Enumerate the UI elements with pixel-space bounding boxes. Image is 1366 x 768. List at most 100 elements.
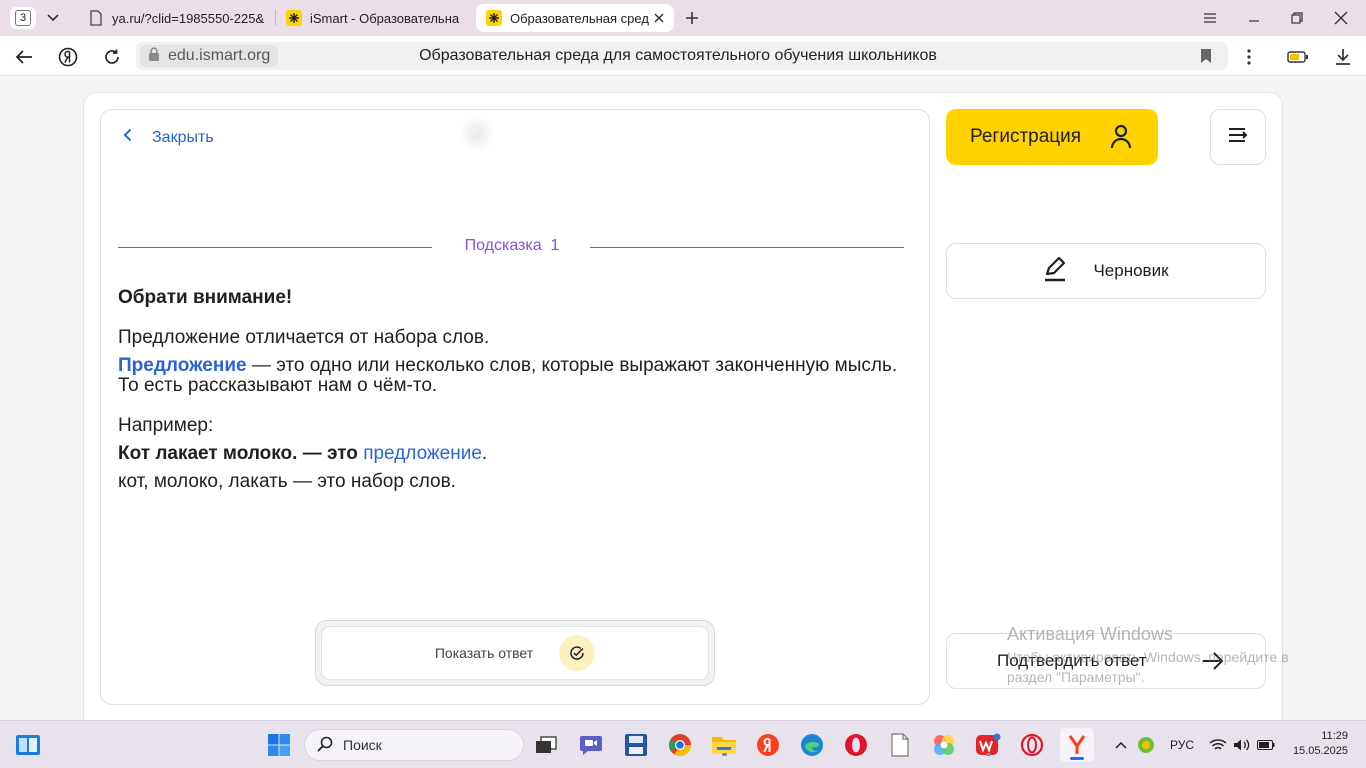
tabs-dropdown-icon[interactable]: [40, 7, 66, 29]
reload-icon[interactable]: [101, 46, 123, 68]
volume-icon[interactable]: [1230, 731, 1254, 759]
url-chip[interactable]: edu.ismart.org: [140, 45, 279, 67]
restore-icon[interactable]: [1287, 8, 1307, 28]
tab-title: Образовательная сред: [510, 10, 649, 26]
example-sentence: Кот лакает молоко. — это предложение.: [118, 444, 908, 464]
tray-chevron-up-icon[interactable]: [1110, 731, 1132, 759]
back-arrow-icon[interactable]: [13, 46, 35, 68]
wps-office-icon[interactable]: [974, 731, 1002, 759]
menu-icon: [1227, 127, 1249, 148]
show-answer-frame: Показать ответ: [315, 620, 715, 686]
check-circle-icon: [559, 635, 596, 671]
pencil-icon: [1043, 256, 1067, 287]
url-text: edu.ismart.org: [168, 47, 271, 64]
confirm-label: Подтвердить ответ: [997, 651, 1147, 670]
hint-label: Подсказка: [464, 237, 542, 254]
hint-number: 1: [550, 237, 560, 254]
meet-icon[interactable]: [577, 731, 605, 759]
page-icon: [88, 10, 104, 26]
close-hint-link[interactable]: Закрыть: [123, 128, 214, 147]
page-content: Закрыть Подсказка 1 Обрати внимание! Пре…: [0, 77, 1366, 732]
security-icon[interactable]: [1134, 731, 1158, 759]
opera-icon[interactable]: [842, 731, 870, 759]
opera-gx-icon[interactable]: [1018, 731, 1046, 759]
new-tab-button[interactable]: [681, 7, 703, 29]
draft-button[interactable]: Черновик: [946, 243, 1266, 299]
example-bold: Кот лакает молоко. — это: [118, 443, 364, 464]
tab-yandex[interactable]: ya.ru/?clid=1985550-225&: [78, 4, 268, 32]
clock-time: 11:29: [1321, 730, 1348, 742]
ismart-logo-icon: [486, 10, 502, 26]
show-answer-label: Показать ответ: [434, 645, 534, 661]
close-label: Закрыть: [152, 128, 214, 146]
arrow-right-icon: [1201, 651, 1225, 676]
clock[interactable]: 11:29 15.05.2025: [1293, 729, 1348, 759]
hint-title: Подсказка 1: [433, 237, 591, 255]
yandex-logo-icon[interactable]: [57, 46, 79, 68]
taskbar-search[interactable]: Поиск: [304, 729, 524, 761]
hint-heading: Обрати внимание!: [118, 287, 293, 308]
confirm-answer-button[interactable]: Подтвердить ответ: [946, 633, 1266, 689]
start-menu-icon[interactable]: [265, 731, 293, 759]
ismart-logo-icon: [286, 10, 302, 26]
tab-separator: [275, 10, 276, 26]
photos-icon[interactable]: [930, 731, 958, 759]
hint-panel: Закрыть Подсказка 1 Обрати внимание! Пре…: [100, 109, 930, 705]
chevron-left-icon: [123, 128, 132, 147]
tab-ismart[interactable]: iSmart - Образовательна: [278, 4, 466, 32]
register-button[interactable]: Регистрация: [946, 109, 1158, 165]
browser-menu-icon[interactable]: [1200, 8, 1220, 28]
faded-decoration: [459, 116, 495, 152]
browser-tab-strip: 3 ya.ru/?clid=1985550-225& iSmart - Обра…: [0, 0, 1366, 36]
taskbar: Поиск РУС 11:29 15.05.2025: [0, 720, 1366, 768]
language-indicator[interactable]: РУС: [1170, 738, 1194, 752]
yandex-app-icon[interactable]: [754, 731, 782, 759]
running-indicator: [986, 753, 991, 756]
search-placeholder: Поиск: [343, 737, 382, 753]
omnibox[interactable]: edu.ismart.org Образовательная среда для…: [136, 42, 1228, 70]
tab-title: ya.ru/?clid=1985550-225&: [112, 10, 265, 26]
edge-icon[interactable]: [798, 731, 826, 759]
document-icon[interactable]: [886, 731, 914, 759]
menu-button[interactable]: [1210, 109, 1266, 165]
battery-saver-icon[interactable]: [1287, 46, 1309, 68]
definition-paragraph: Предложение — это одно или несколько сло…: [118, 356, 908, 396]
yandex-browser-icon[interactable]: [1060, 728, 1094, 762]
close-window-icon[interactable]: [1331, 8, 1351, 28]
file-explorer-icon[interactable]: [710, 731, 738, 759]
address-bar: edu.ismart.org Образовательная среда для…: [0, 36, 1366, 76]
wifi-icon[interactable]: [1206, 731, 1230, 759]
divider-right: [590, 247, 904, 248]
active-indicator: [1070, 757, 1084, 760]
term-highlight: Предложение: [118, 355, 247, 376]
floppy-app-icon[interactable]: [622, 731, 650, 759]
page-title: Образовательная среда для самостоятельно…: [419, 47, 937, 64]
user-icon: [1110, 124, 1132, 156]
widgets-icon[interactable]: [14, 731, 42, 759]
show-answer-button[interactable]: Показать ответ: [321, 626, 709, 680]
example-end: .: [481, 443, 488, 464]
tab-count-button[interactable]: 3: [10, 7, 36, 29]
lock-icon: [148, 46, 160, 66]
tab-active[interactable]: Образовательная сред: [476, 4, 674, 32]
tab-count: 3: [15, 10, 31, 26]
battery-icon[interactable]: [1254, 731, 1278, 759]
divider-left: [118, 247, 432, 248]
hint-text: Обрати внимание! Предложение отличается …: [118, 288, 908, 492]
search-icon: [317, 736, 333, 755]
task-view-icon[interactable]: [532, 731, 560, 759]
bookmark-icon[interactable]: [1200, 48, 1212, 69]
more-options-icon[interactable]: [1238, 46, 1260, 68]
download-icon[interactable]: [1332, 46, 1354, 68]
tab-title: iSmart - Образовательна: [310, 10, 460, 26]
draft-label: Черновик: [1093, 261, 1169, 280]
clock-date: 15.05.2025: [1292, 745, 1348, 757]
minimize-icon[interactable]: [1244, 8, 1264, 28]
chrome-icon[interactable]: [666, 731, 694, 759]
term-highlight: предложение: [363, 443, 482, 464]
example-label: Например:: [118, 415, 214, 436]
hint-paragraph: Предложение отличается от набора слов.: [118, 327, 490, 348]
close-tab-icon[interactable]: [652, 11, 666, 25]
example-words: кот, молоко, лакать — это набор слов.: [118, 471, 456, 492]
running-indicator: [722, 753, 727, 756]
